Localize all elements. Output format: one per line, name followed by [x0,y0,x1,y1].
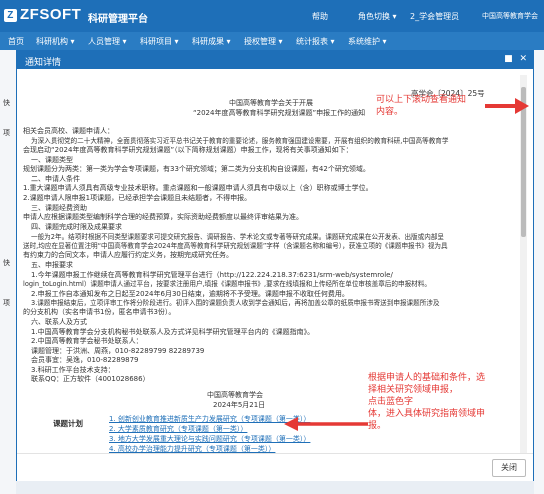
nav-reports[interactable]: 统计报表 ▾ [296,36,335,47]
dialog-title: 通知详情 [25,58,62,68]
nav-achievements[interactable]: 科研成果 ▾ [192,36,231,47]
nav-label: 授权管理 [244,37,276,46]
doc-para: 2.课题申请人限申报1项课题，已经承担学会课题且未结题者，不得申报。 [23,194,252,202]
maximize-icon[interactable]: ■ [504,54,513,64]
bg-label: 快 [3,99,10,107]
nav-label: 人员管理 [88,37,120,46]
org-name: 中国高等教育学会 [482,12,538,20]
top-bar: Z ZFSOFT 科研管理平台 帮助 角色切换 ▾ 2_学会管理员 中国高等教育学… [0,0,544,32]
logo-mark: Z [4,9,17,22]
arrow-right-icon [485,98,529,114]
nav-label: 统计报表 [296,37,328,46]
main-nav: 首页 科研机构 ▾ 人员管理 ▾ 科研项目 ▾ 科研成果 ▾ 授权管理 ▾ 统计… [0,32,544,50]
nav-institutions[interactable]: 科研机构 ▾ [36,36,75,47]
nav-home[interactable]: 首页 [8,36,24,47]
doc-salutation: 相关会员高校、课题申请人： [23,127,114,135]
role-switch-label: 角色切换 [358,12,390,21]
close-button[interactable]: 关闭 [492,459,526,477]
doc-section-heading: 五、申报要求 [31,261,73,269]
dialog-header: 通知详情 ■ ✕ [17,51,533,69]
doc-title: “2024年度高等教育科学研究规划课题”申报工作的通知 [193,109,366,117]
doc-para: 2.中国高等教育学会秘书处联系人： [31,337,143,345]
plan-item-link[interactable]: 4. 高校办学治理能力提升研究（专项课题（第一类）） [109,445,275,453]
doc-section-heading: 六、联系人及方式 [31,318,87,326]
annotation-scroll-hint: 可以上下滚动查看通知 内容。 [376,95,467,117]
doc-signature-date: 2024年5月21日 [213,401,266,409]
plan-item-link[interactable]: 1. 创新创业教育推进新质生产力发展研究（专项课题（第一类）） [109,415,310,425]
bg-label: 项 [3,299,10,307]
nav-projects[interactable]: 科研项目 ▾ [140,36,179,47]
background-left-panel: 快 项 快 项 [0,50,16,494]
close-icon[interactable]: ✕ [519,54,527,64]
doc-signature-org: 中国高等教育学会 [207,391,263,399]
app-title: 科研管理平台 [88,14,148,25]
doc-para: 会员事宜：吴逸，010-82289879 [31,356,139,364]
doc-para: 联系QQ：正方软件（4001028686） [31,375,150,383]
nav-label: 科研机构 [36,37,68,46]
doc-para: login_toLogin.html）课题申请人通过平台，按要求注册用户,填报《… [23,280,431,288]
doc-para: 1.重大课题申请人须具有高级专业技术职称。重点课题和一般课题申请人须具有中级以上… [23,184,373,192]
plan-label: 课题计划 [53,419,83,428]
bg-label: 快 [3,259,10,267]
content-scrollbar[interactable] [520,75,527,453]
doc-para: 规划课题分为两类：第一类为学会专项课题，有33个研究领域；第二类为分支机构自设课… [23,165,370,173]
background-right-panel [534,50,544,494]
logo-text: ZFSOFT [20,6,82,23]
bg-label: 项 [3,129,10,137]
plan-item-link[interactable]: 3. 地方大学发展重大理论与实践问题研究（专项课题（第一类）） [109,435,310,445]
nav-label: 科研项目 [140,37,172,46]
doc-para: 会现启动“2024年度高等教育科学研究规划课题”（以下简称规划课题）申报工作，现… [23,146,353,154]
nav-system[interactable]: 系统维护 ▾ [348,36,387,47]
plan-item-link[interactable]: 2. 大学素质教育研究（专项课题（第一类）） [109,425,247,435]
doc-para: 有约束力的合同文本，申请人应履行约定义务，按期完成研究任务。 [23,251,233,259]
doc-para: 申请人应根据课题类型编制科学合理的经费预算，实际资助经费额度以最终评审结果为准。 [23,213,303,221]
doc-para: 的分支机构（实名申请书1份，匿名申请书3份）。 [23,308,176,316]
help-link[interactable]: 帮助 [312,11,328,22]
nav-authorization[interactable]: 授权管理 ▾ [244,36,283,47]
role-switch[interactable]: 角色切换 ▾ [358,11,397,22]
nav-label: 科研成果 [192,37,224,46]
nav-label: 系统维护 [348,37,380,46]
doc-section-heading: 四、课题完成时限及成果要求 [31,223,122,231]
current-user[interactable]: 2_学会管理员 [410,11,459,22]
dialog-window-controls: ■ ✕ [500,54,527,64]
arrow-left-icon [284,417,368,431]
doc-org-line: 中国高等教育学会关于开展 [229,99,313,107]
app-logo[interactable]: Z ZFSOFT [4,6,81,23]
nav-personnel[interactable]: 人员管理 ▾ [88,36,127,47]
dialog-footer: 关闭 [17,453,533,481]
annotation-select-hint: 根据申请人的基础和条件，选 择相关研究领域申报， 点击蓝色字 体，进入具体研究指… [368,373,486,431]
